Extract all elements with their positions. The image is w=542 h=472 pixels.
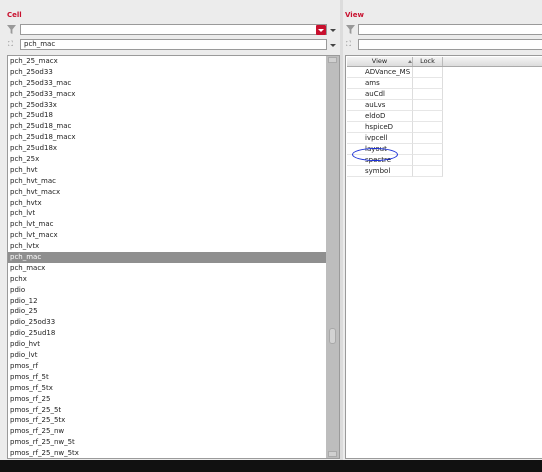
- table-row[interactable]: eldoD: [347, 111, 542, 122]
- table-row[interactable]: layout: [347, 144, 542, 155]
- table-row[interactable]: ADVance_MS: [347, 67, 542, 78]
- list-item[interactable]: pch_25ud18_macx: [8, 132, 326, 143]
- panel-splitter[interactable]: [340, 0, 343, 460]
- list-item[interactable]: pch_macx: [8, 263, 326, 274]
- list-item[interactable]: pch_mac: [8, 252, 326, 263]
- list-item[interactable]: pmos_rf_25: [8, 394, 326, 405]
- lock-cell[interactable]: [413, 166, 443, 177]
- list-item[interactable]: pch_lvt_macx: [8, 230, 326, 241]
- list-item[interactable]: pch_25x: [8, 154, 326, 165]
- cell-list-box[interactable]: pch_25_macx pch_25od33 pch_25od33_mac pch_2…: [7, 55, 340, 459]
- list-item[interactable]: pch_25od33_macx: [8, 89, 326, 100]
- list-item[interactable]: pch_hvt_mac: [8, 176, 326, 187]
- lock-cell[interactable]: [413, 89, 443, 100]
- lock-cell[interactable]: [413, 144, 443, 155]
- view-search-input[interactable]: [358, 39, 542, 50]
- view-name-cell: ADVance_MS: [347, 67, 413, 78]
- list-item[interactable]: pmos_rf_25_nw_5t: [8, 437, 326, 448]
- cell-filter-combo[interactable]: [20, 24, 327, 35]
- list-item[interactable]: pch_lvt: [8, 208, 326, 219]
- view-column-header[interactable]: View: [347, 57, 413, 66]
- list-item[interactable]: pmos_rf_5tx: [8, 383, 326, 394]
- scroll-up-button[interactable]: [328, 57, 337, 63]
- taskbar: [0, 460, 542, 472]
- list-item[interactable]: pch_25od33_mac: [8, 78, 326, 89]
- list-item[interactable]: pch_25ud18x: [8, 143, 326, 154]
- table-row[interactable]: ivpcell: [347, 133, 542, 144]
- search-tree-icon: ⛶: [346, 40, 351, 48]
- table-row[interactable]: spectre: [347, 155, 542, 166]
- list-item[interactable]: pch_lvt_mac: [8, 219, 326, 230]
- list-item[interactable]: pmos_rf_5t: [8, 372, 326, 383]
- list-item[interactable]: pmos_rf_25_nw_5tx: [8, 448, 326, 458]
- list-item[interactable]: pdio_25: [8, 306, 326, 317]
- lock-cell[interactable]: [413, 111, 443, 122]
- table-row[interactable]: auCdl: [347, 89, 542, 100]
- list-item[interactable]: pch_25ud18_mac: [8, 121, 326, 132]
- list-item[interactable]: pch_25ud18: [8, 110, 326, 121]
- view-name-cell: ams: [347, 78, 413, 89]
- table-row[interactable]: ams: [347, 78, 542, 89]
- lock-cell[interactable]: [413, 155, 443, 166]
- list-item[interactable]: pch_25_macx: [8, 56, 326, 67]
- view-name-cell: spectre: [347, 155, 413, 166]
- scrollbar-thumb[interactable]: [329, 328, 336, 344]
- list-item[interactable]: pdio_12: [8, 296, 326, 307]
- lock-cell[interactable]: [413, 78, 443, 89]
- table-row[interactable]: symbol: [347, 166, 542, 177]
- lock-cell[interactable]: [413, 133, 443, 144]
- view-name-cell: eldoD: [347, 111, 413, 122]
- view-filter-combo[interactable]: [358, 24, 542, 35]
- sort-ascending-icon: [408, 60, 412, 63]
- list-item[interactable]: pmos_rf_25_5tx: [8, 415, 326, 426]
- view-name-cell: auLvs: [347, 100, 413, 111]
- chevron-down-icon[interactable]: [330, 29, 336, 32]
- filter-icon[interactable]: [7, 25, 16, 34]
- list-item[interactable]: pmos_rf: [8, 361, 326, 372]
- chevron-down-icon[interactable]: [330, 44, 336, 47]
- view-panel-title: View: [345, 11, 364, 19]
- list-item[interactable]: pch_hvtx: [8, 198, 326, 209]
- list-item[interactable]: pdio: [8, 285, 326, 296]
- cell-list: pch_25_macx pch_25od33 pch_25od33_mac pch_2…: [8, 56, 326, 458]
- list-item[interactable]: pch_25od33: [8, 67, 326, 78]
- lock-column-header[interactable]: Lock: [413, 57, 443, 66]
- scroll-down-button[interactable]: [328, 451, 337, 457]
- view-name-cell: symbol: [347, 166, 413, 177]
- list-item[interactable]: pch_25od33x: [8, 100, 326, 111]
- search-tree-icon: ⛶: [8, 40, 13, 48]
- list-item[interactable]: pmos_rf_25_nw: [8, 426, 326, 437]
- table-row[interactable]: auLvs: [347, 100, 542, 111]
- filter-icon[interactable]: [346, 25, 355, 34]
- list-item[interactable]: pch_hvt: [8, 165, 326, 176]
- cell-search-input[interactable]: pch_mac: [20, 39, 327, 50]
- view-name-cell: auCdl: [347, 89, 413, 100]
- lock-cell[interactable]: [413, 122, 443, 133]
- list-item[interactable]: pch_lvtx: [8, 241, 326, 252]
- view-table-header: View Lock: [347, 57, 542, 67]
- cell-filter-button[interactable]: [316, 25, 326, 35]
- view-table[interactable]: View Lock ADVance_MS ams auCdl auLvs eldoD hs…: [345, 55, 542, 459]
- view-name-cell: layout: [347, 144, 413, 155]
- list-item[interactable]: pdio_25od33: [8, 317, 326, 328]
- list-item[interactable]: pdio_hvt: [8, 339, 326, 350]
- lock-cell[interactable]: [413, 67, 443, 78]
- list-item[interactable]: pmos_rf_25_5t: [8, 405, 326, 416]
- view-name-cell: ivpcell: [347, 133, 413, 144]
- view-rows: ADVance_MS ams auCdl auLvs eldoD hspiceD ivpce…: [347, 67, 542, 177]
- list-item[interactable]: pdio_lvt: [8, 350, 326, 361]
- list-item[interactable]: pch_hvt_macx: [8, 187, 326, 198]
- view-name-cell: hspiceD: [347, 122, 413, 133]
- cell-panel-title: Cell: [7, 11, 22, 19]
- cell-list-scrollbar[interactable]: [326, 56, 339, 458]
- list-item[interactable]: pdio_25ud18: [8, 328, 326, 339]
- table-row[interactable]: hspiceD: [347, 122, 542, 133]
- lock-cell[interactable]: [413, 100, 443, 111]
- list-item[interactable]: pchx: [8, 274, 326, 285]
